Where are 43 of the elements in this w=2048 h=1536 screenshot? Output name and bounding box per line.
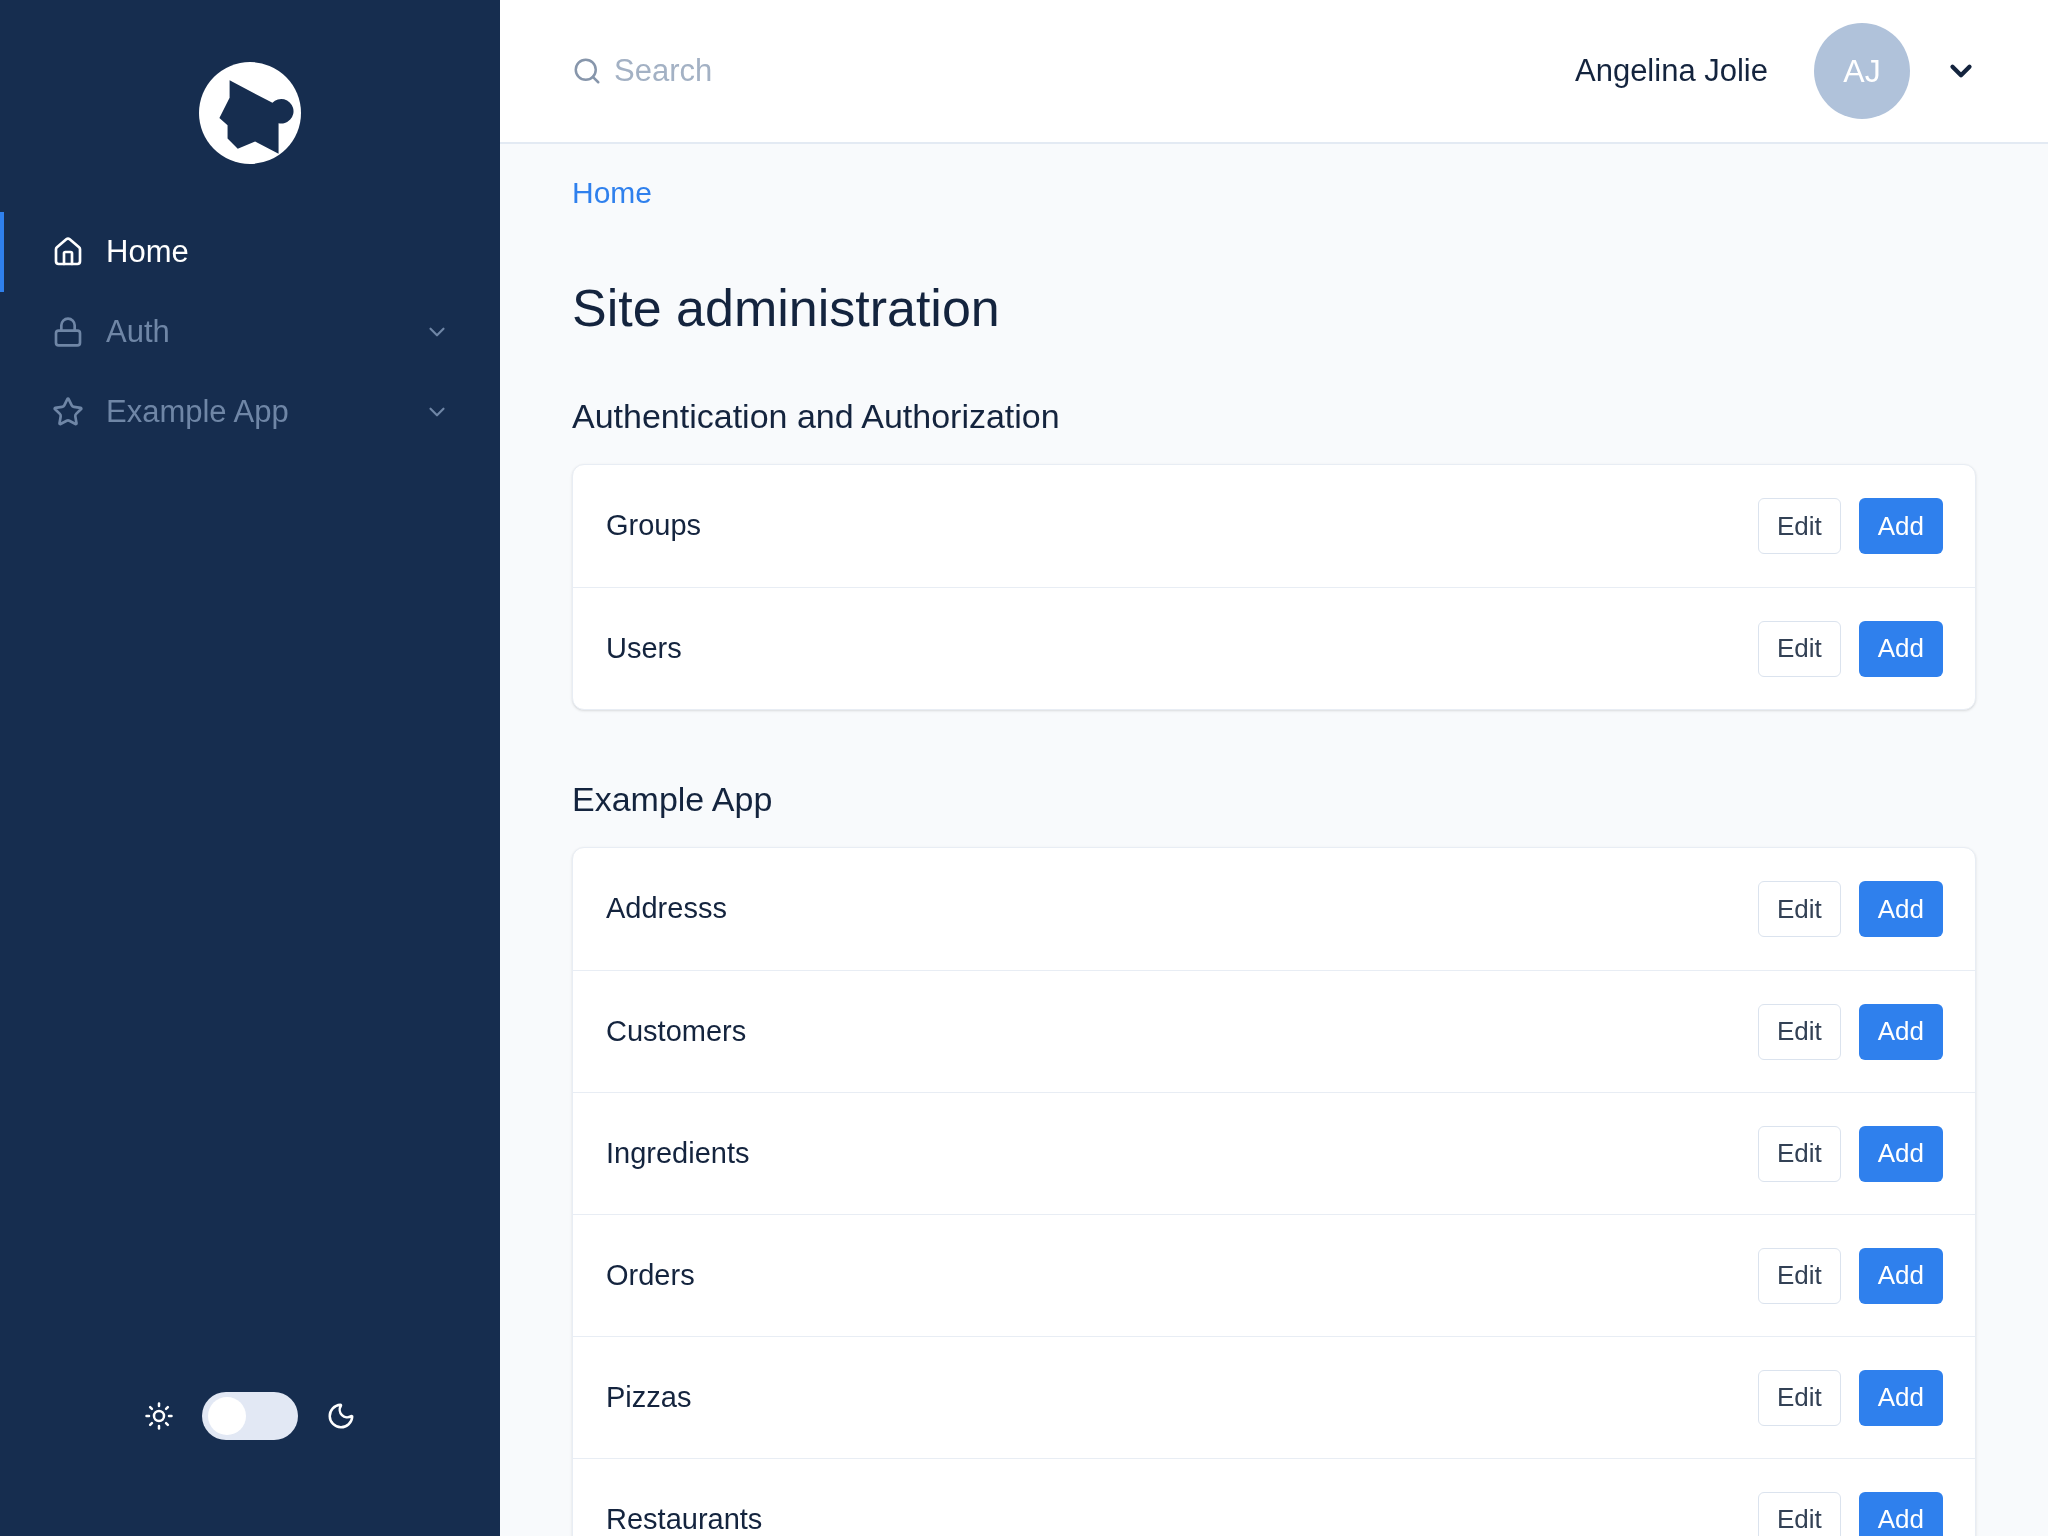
edit-button[interactable]: Edit [1757, 1491, 1841, 1536]
sidebar-item[interactable]: Auth [0, 292, 500, 372]
model-name: Customers [606, 1013, 748, 1049]
user-name: Angelina Jolie [1574, 51, 1768, 90]
model-name: Restaurants [606, 1501, 764, 1536]
add-button[interactable]: Add [1858, 1491, 1943, 1536]
add-button[interactable]: Add [1858, 1369, 1943, 1426]
model-name: Addresss [606, 891, 728, 927]
model-name: Orders [606, 1257, 696, 1293]
add-button[interactable]: Add [1858, 620, 1943, 677]
add-button[interactable]: Add [1858, 1125, 1943, 1182]
section-heading: Example App [572, 779, 774, 820]
edit-button[interactable]: Edit [1757, 1003, 1841, 1060]
edit-button[interactable]: Edit [1757, 620, 1841, 677]
sidebar-item[interactable]: Example App [0, 372, 500, 452]
edit-button[interactable]: Edit [1757, 1247, 1841, 1304]
home-icon [52, 236, 84, 268]
add-button[interactable]: Add [1858, 881, 1943, 937]
star-icon [52, 396, 84, 428]
sidebar-label: Example App [106, 392, 290, 431]
search-icon [572, 56, 602, 86]
sidebar-item[interactable]: Home [0, 212, 500, 292]
search-field[interactable]: Search [614, 47, 1014, 95]
moon-icon [326, 1401, 356, 1431]
add-button[interactable]: Add [1858, 1003, 1943, 1060]
sun-icon [144, 1401, 174, 1431]
breadcrumb-link[interactable]: Home [572, 170, 653, 215]
dark-mode-toggle[interactable] [202, 1392, 298, 1440]
section-heading: Authentication and Authorization [572, 396, 1061, 437]
edit-button[interactable]: Edit [1757, 881, 1841, 937]
lock-icon [52, 316, 84, 348]
add-button[interactable]: Add [1858, 1247, 1943, 1304]
edit-button[interactable]: Edit [1757, 498, 1841, 554]
page-title: Site administration [572, 278, 1001, 339]
model-name: Users [606, 630, 683, 666]
sidebar-label: Auth [106, 312, 171, 351]
model-name: Pizzas [606, 1379, 693, 1415]
add-button[interactable]: Add [1858, 498, 1943, 554]
model-name: Ingredients [606, 1135, 751, 1171]
sidebar-label: Home [106, 232, 190, 271]
edit-button[interactable]: Edit [1757, 1125, 1841, 1182]
edit-button[interactable]: Edit [1757, 1369, 1841, 1426]
model-name: Groups [606, 508, 703, 544]
